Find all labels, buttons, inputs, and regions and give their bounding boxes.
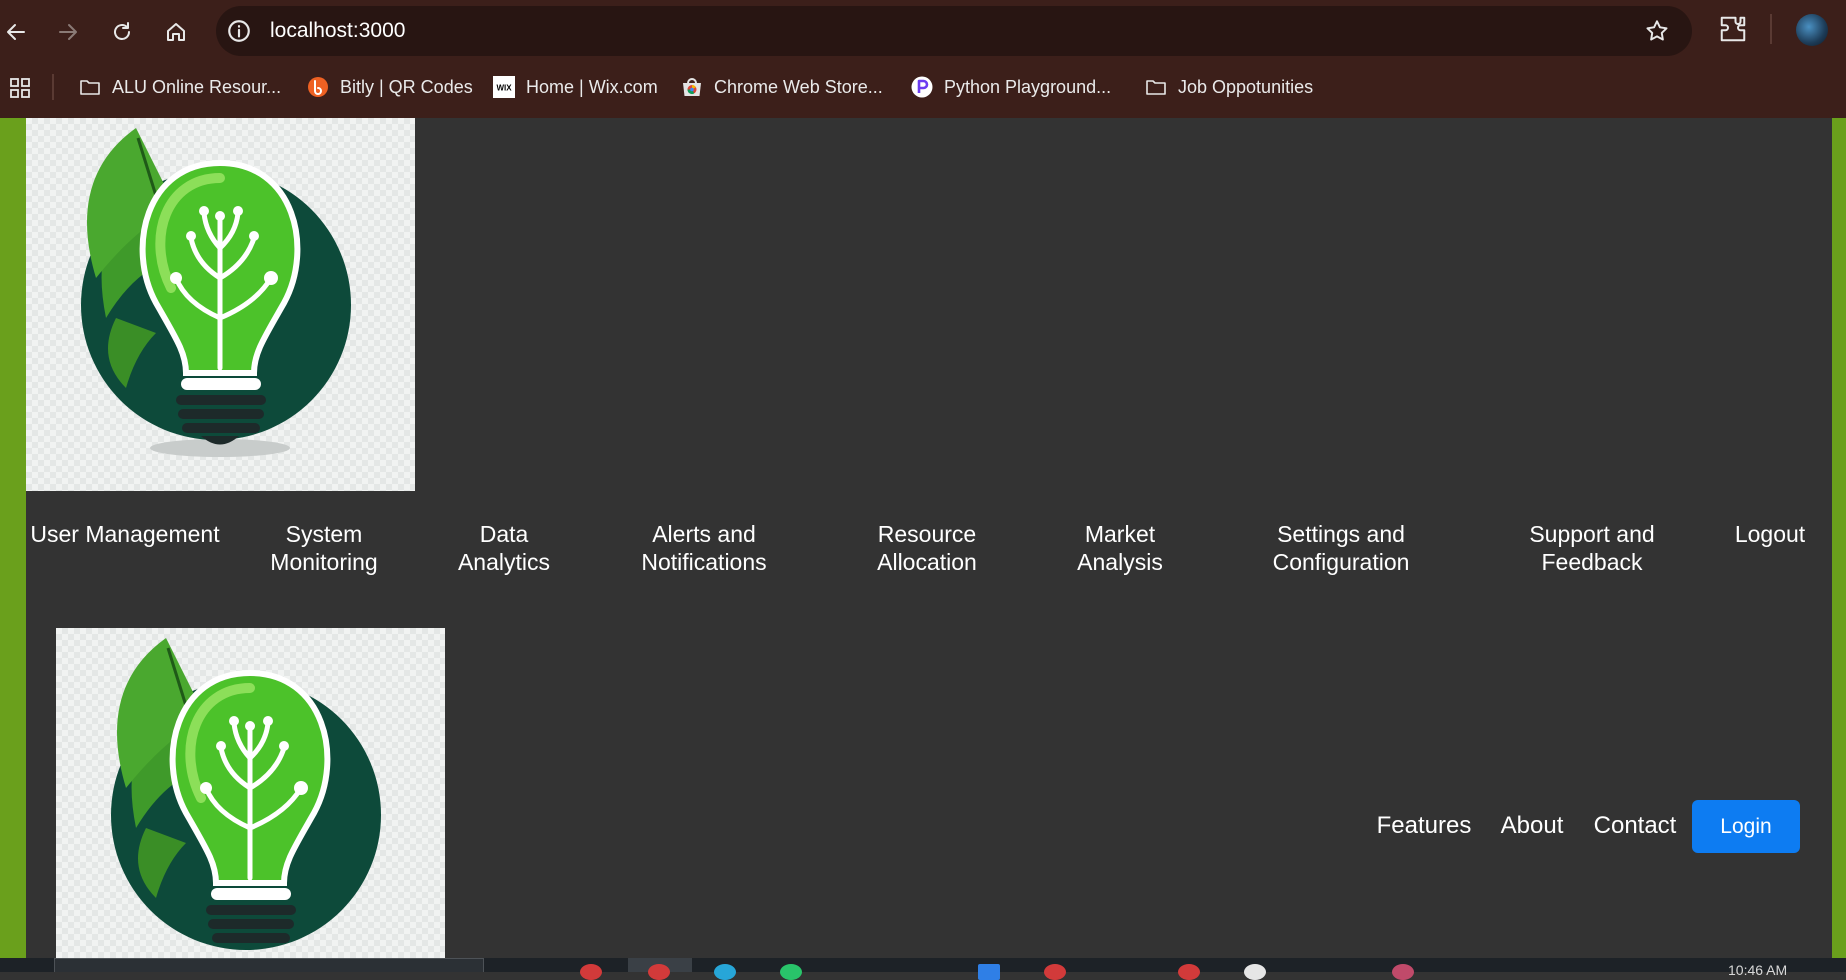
page-left-edge — [0, 118, 26, 960]
bitly-icon — [306, 75, 330, 99]
site-info-icon[interactable] — [226, 18, 252, 44]
taskbar-app-icon[interactable] — [1178, 964, 1200, 980]
toolbar-divider — [1770, 14, 1772, 44]
nav-market-analysis[interactable]: Market Analysis — [1065, 520, 1175, 576]
nav-user-management[interactable]: User Management — [30, 520, 219, 548]
taskbar-app-icon[interactable] — [1392, 964, 1414, 980]
about-link[interactable]: About — [1501, 812, 1564, 840]
login-button[interactable]: Login — [1692, 800, 1800, 853]
folder-icon — [1144, 75, 1168, 99]
bookmark-label: Python Playground... — [944, 76, 1112, 97]
address-bar[interactable]: localhost:3000 — [216, 6, 1692, 56]
header-logo — [26, 118, 415, 491]
nav-settings-configuration[interactable]: Settings and Configuration — [1261, 520, 1421, 576]
address-url: localhost:3000 — [270, 19, 406, 42]
chrome-web-store-icon — [680, 75, 704, 99]
contact-link[interactable]: Contact — [1594, 812, 1677, 840]
taskbar-chrome-icon[interactable] — [648, 964, 670, 980]
svg-text:WIX: WIX — [496, 84, 512, 93]
taskbar-clock: 10:46 AM — [1728, 962, 1788, 978]
bookmark-label: Home | Wix.com — [526, 76, 658, 97]
bookmark-wix[interactable]: WIX Home | Wix.com — [492, 74, 658, 100]
bookmark-chrome-web-store[interactable]: Chrome Web Store... — [680, 74, 883, 100]
taskbar-app-icon[interactable] — [1244, 964, 1266, 980]
python-playground-icon — [910, 75, 934, 99]
back-arrow-icon — [7, 24, 25, 40]
nav-system-monitoring[interactable]: System Monitoring — [259, 520, 389, 576]
main-navigation: User Management System Monitoring Data A… — [26, 520, 1832, 600]
home-button[interactable] — [160, 16, 192, 48]
reload-button[interactable] — [106, 16, 138, 48]
taskbar-app-icon[interactable] — [978, 964, 1000, 980]
nav-resource-allocation[interactable]: Resource Allocation — [867, 520, 987, 576]
extensions-icon[interactable] — [1718, 14, 1748, 44]
profile-avatar[interactable] — [1796, 14, 1828, 46]
bookmark-alu-online[interactable]: ALU Online Resour... — [78, 74, 281, 100]
nav-support-feedback[interactable]: Support and Feedback — [1517, 520, 1667, 576]
nav-alerts-notifications[interactable]: Alerts and Notifications — [624, 520, 784, 576]
bookmark-label: ALU Online Resour... — [112, 76, 282, 97]
home-icon — [167, 23, 185, 41]
bookmark-label: Job Oppotunities — [1178, 76, 1314, 97]
folder-icon — [78, 75, 102, 99]
footer-logo — [56, 628, 445, 962]
bookmarks-divider — [52, 74, 54, 100]
reload-icon — [114, 22, 130, 40]
bookmark-python-playground[interactable]: Python Playground... — [910, 74, 1111, 100]
browser-toolbar: localhost:3000 ALU Online Resour... Bitl… — [0, 0, 1846, 118]
apps-grid-icon[interactable] — [8, 76, 32, 100]
taskbar-search-box[interactable] — [54, 958, 484, 972]
lightbulb-tree-logo-icon — [111, 638, 381, 950]
taskbar-app-icon[interactable] — [714, 964, 736, 980]
taskbar-app-icon[interactable] — [1044, 964, 1066, 980]
nav-data-analytics[interactable]: Data Analytics — [449, 520, 559, 576]
forward-arrow-icon — [59, 24, 77, 40]
bookmark-bitly[interactable]: Bitly | QR Codes — [306, 74, 473, 100]
bookmark-star-icon[interactable] — [1644, 18, 1670, 44]
taskbar-app-icon[interactable] — [580, 964, 602, 980]
nav-logout[interactable]: Logout — [1735, 520, 1805, 548]
wix-icon: WIX — [492, 75, 516, 99]
lightbulb-tree-logo-icon — [81, 128, 351, 457]
forward-button[interactable] — [52, 16, 84, 48]
bookmark-label: Bitly | QR Codes — [340, 76, 473, 97]
features-link[interactable]: Features — [1377, 812, 1472, 840]
page-right-edge — [1832, 118, 1846, 960]
back-button[interactable] — [0, 16, 32, 48]
taskbar-app-icon[interactable] — [780, 964, 802, 980]
bookmark-job-oppotunities[interactable]: Job Oppotunities — [1144, 74, 1313, 100]
bookmark-label: Chrome Web Store... — [714, 76, 883, 97]
